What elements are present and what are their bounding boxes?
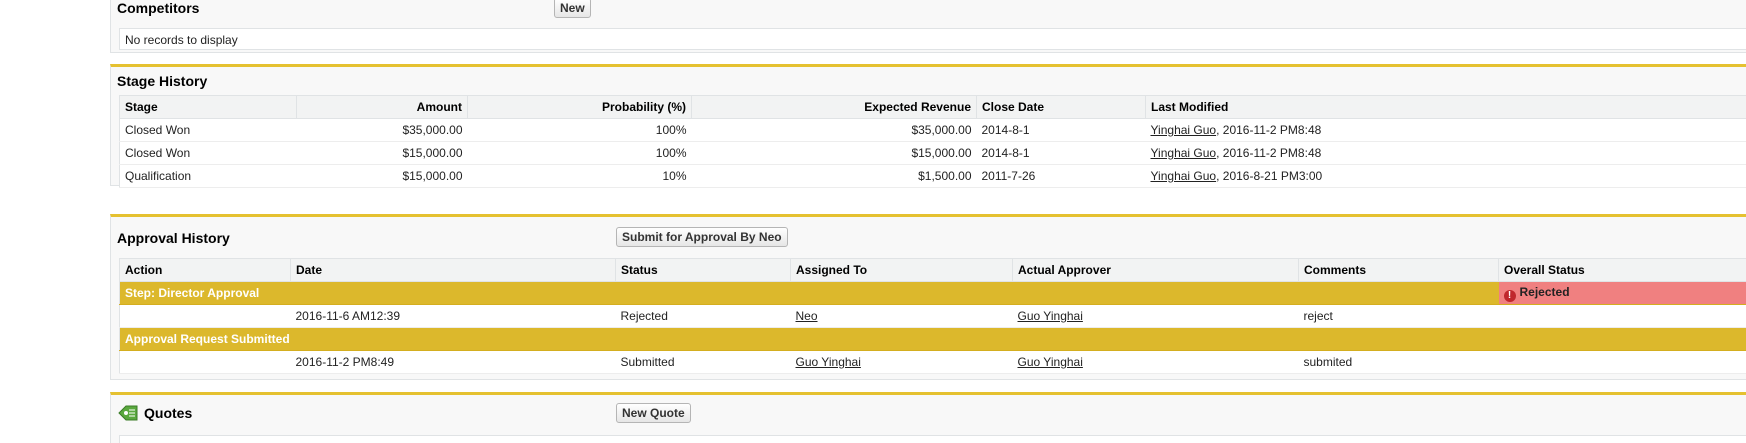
col-overall-status: Overall Status (1499, 259, 1746, 282)
step-label: Approval Request Submitted (120, 328, 1746, 351)
actual-approver-link[interactable]: Guo Yinghai (1018, 355, 1083, 369)
date-cell: 2016-11-2 PM8:49 (291, 351, 616, 374)
date-cell: 2016-11-6 AM12:39 (291, 305, 616, 328)
actual-approver-link[interactable]: Guo Yinghai (1018, 309, 1083, 323)
status-cell: Rejected (616, 305, 791, 328)
close-date-cell: 2011-7-26 (977, 165, 1146, 188)
overall-status-cell (1499, 351, 1746, 374)
submit-approval-button[interactable]: Submit for Approval By Neo (616, 227, 788, 247)
expected-revenue-cell: $35,000.00 (692, 119, 977, 142)
col-date: Date (291, 259, 616, 282)
approval-step-row: Step: Director Approval ! Rejected (120, 282, 1746, 305)
last-modified-cell: Yinghai Guo, 2016-8-21 PM3:00 (1146, 165, 1746, 188)
col-action: Action (120, 259, 291, 282)
stage-history-section: Stage History Stage Amount Probability (… (110, 64, 1746, 186)
approval-history-section: Approval History Submit for Approval By … (110, 214, 1746, 380)
actual-approver-cell: Guo Yinghai (1013, 305, 1299, 328)
assigned-to-cell: Guo Yinghai (791, 351, 1013, 374)
modified-by-link[interactable]: Yinghai Guo (1151, 123, 1217, 137)
table-row: Closed Won $35,000.00 100% $35,000.00 20… (120, 119, 1746, 142)
overall-status-badge: ! Rejected (1499, 282, 1746, 305)
modified-by-link[interactable]: Yinghai Guo (1151, 169, 1217, 183)
table-row: 2016-11-6 AM12:39 Rejected Neo Guo Yingh… (120, 305, 1746, 328)
amount-cell: $35,000.00 (297, 119, 468, 142)
stage-cell: Closed Won (120, 142, 297, 165)
col-actual-approver: Actual Approver (1013, 259, 1299, 282)
approval-history-title: Approval History (117, 230, 230, 246)
competitors-section: Competitors New No records to display (110, 0, 1746, 53)
assigned-to-cell: Neo (791, 305, 1013, 328)
col-assigned-to: Assigned To (791, 259, 1013, 282)
action-cell (120, 305, 291, 328)
assigned-to-link[interactable]: Guo Yinghai (796, 355, 861, 369)
comments-cell: reject (1299, 305, 1499, 328)
approval-step-row: Approval Request Submitted (120, 328, 1746, 351)
price-tag-icon (117, 404, 139, 422)
approval-history-table: Action Date Status Assigned To Actual Ap… (119, 258, 1746, 374)
modified-at-text: , 2016-11-2 PM8:48 (1216, 123, 1321, 137)
table-row: 2016-11-2 PM8:49 Submitted Guo Yinghai G… (120, 351, 1746, 374)
competitors-title: Competitors (117, 0, 199, 16)
stage-cell: Qualification (120, 165, 297, 188)
quotes-title: Quotes (144, 405, 192, 421)
amount-cell: $15,000.00 (297, 165, 468, 188)
expected-revenue-cell: $1,500.00 (692, 165, 977, 188)
close-date-cell: 2014-8-1 (977, 119, 1146, 142)
assigned-to-link[interactable]: Neo (796, 309, 818, 323)
stage-history-title: Stage History (117, 73, 207, 89)
new-competitor-button[interactable]: New (554, 0, 591, 18)
modified-at-text: , 2016-8-21 PM3:00 (1216, 169, 1322, 183)
col-close-date[interactable]: Close Date (977, 96, 1146, 119)
amount-cell: $15,000.00 (297, 142, 468, 165)
col-probability[interactable]: Probability (%) (468, 96, 692, 119)
table-header-row: Action Date Status Assigned To Actual Ap… (120, 259, 1746, 282)
modified-by-link[interactable]: Yinghai Guo (1151, 146, 1217, 160)
col-amount[interactable]: Amount (297, 96, 468, 119)
quotes-table-edge (119, 435, 1746, 443)
probability-cell: 100% (468, 142, 692, 165)
last-modified-cell: Yinghai Guo, 2016-11-2 PM8:48 (1146, 119, 1746, 142)
stage-history-table: Stage Amount Probability (%) Expected Re… (119, 95, 1746, 188)
no-records-text: No records to display (119, 28, 1746, 50)
stage-cell: Closed Won (120, 119, 297, 142)
actual-approver-cell: Guo Yinghai (1013, 351, 1299, 374)
table-row: Closed Won $15,000.00 100% $15,000.00 20… (120, 142, 1746, 165)
step-label: Step: Director Approval (120, 282, 1499, 305)
table-row: Qualification $15,000.00 10% $1,500.00 2… (120, 165, 1746, 188)
overall-status-cell (1499, 305, 1746, 328)
comments-cell: submited (1299, 351, 1499, 374)
col-status: Status (616, 259, 791, 282)
table-header-row: Stage Amount Probability (%) Expected Re… (120, 96, 1746, 119)
close-date-cell: 2014-8-1 (977, 142, 1146, 165)
rejected-icon: ! (1504, 290, 1516, 302)
col-stage[interactable]: Stage (120, 96, 297, 119)
probability-cell: 100% (468, 119, 692, 142)
overall-status-text: Rejected (1520, 285, 1570, 299)
expected-revenue-cell: $15,000.00 (692, 142, 977, 165)
new-quote-button[interactable]: New Quote (616, 403, 691, 423)
action-cell (120, 351, 291, 374)
col-comments: Comments (1299, 259, 1499, 282)
probability-cell: 10% (468, 165, 692, 188)
col-expected-revenue[interactable]: Expected Revenue (692, 96, 977, 119)
quotes-section: Quotes New Quote (110, 392, 1746, 443)
col-last-modified[interactable]: Last Modified (1146, 96, 1746, 119)
last-modified-cell: Yinghai Guo, 2016-11-2 PM8:48 (1146, 142, 1746, 165)
status-cell: Submitted (616, 351, 791, 374)
modified-at-text: , 2016-11-2 PM8:48 (1216, 146, 1321, 160)
